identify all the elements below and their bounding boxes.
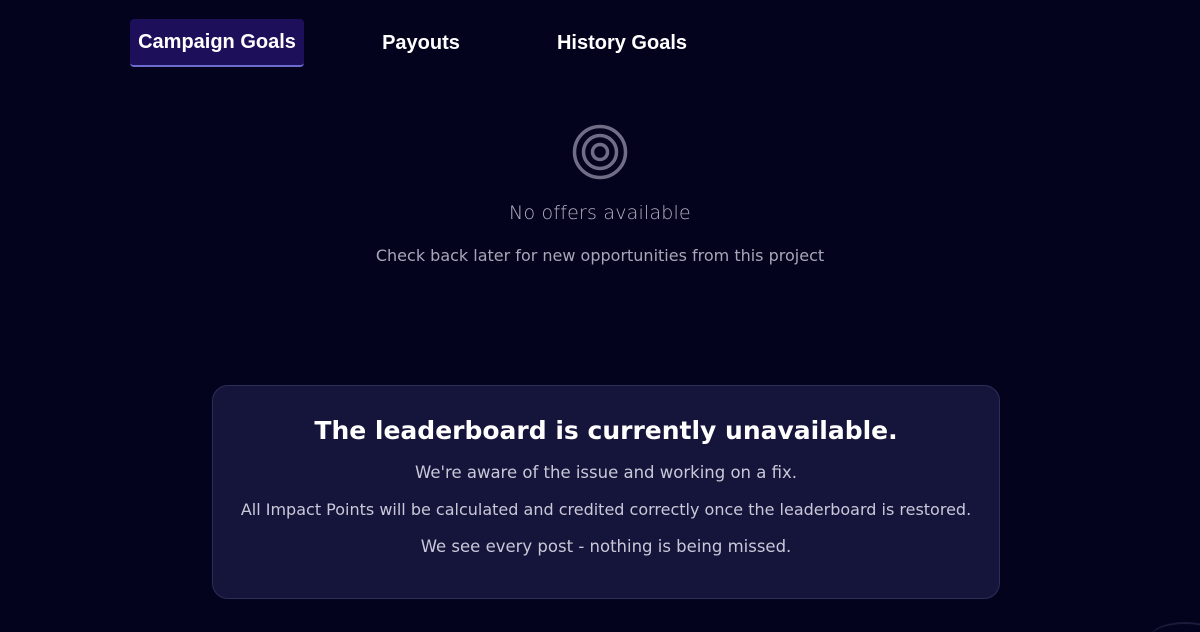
empty-state-title: No offers available bbox=[509, 202, 691, 224]
leaderboard-notice-line: We're aware of the issue and working on … bbox=[414, 463, 798, 482]
leaderboard-notice-line: All Impact Points will be calculated and… bbox=[240, 500, 972, 519]
leaderboard-notice-line: We see every post - nothing is being mis… bbox=[420, 537, 792, 556]
tab-campaign-goals[interactable]: Campaign Goals bbox=[130, 19, 304, 67]
empty-state: No offers available Check back later for… bbox=[0, 124, 1200, 265]
target-icon bbox=[572, 124, 628, 180]
tab-history-goals[interactable]: History Goals bbox=[556, 19, 688, 67]
tab-payouts[interactable]: Payouts bbox=[380, 19, 462, 67]
leaderboard-notice-title: The leaderboard is currently unavailable… bbox=[314, 416, 898, 445]
decorative-arc bbox=[1150, 622, 1200, 632]
leaderboard-unavailable-card: The leaderboard is currently unavailable… bbox=[212, 385, 1000, 599]
page: Campaign Goals Payouts History Goals No … bbox=[0, 0, 1200, 632]
empty-state-subtitle: Check back later for new opportunities f… bbox=[375, 246, 825, 265]
